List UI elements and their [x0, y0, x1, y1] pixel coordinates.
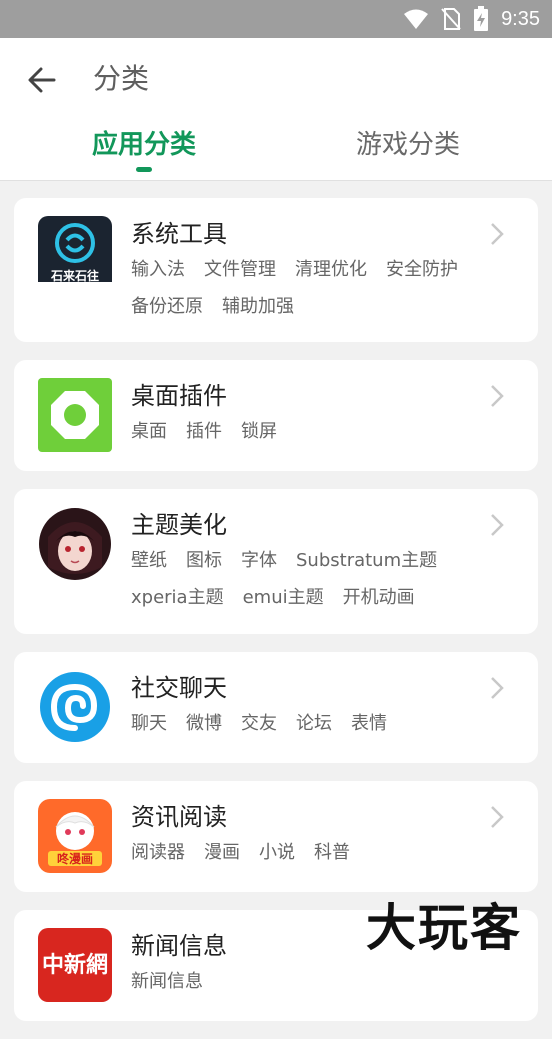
- tag-chat[interactable]: 聊天: [131, 710, 167, 737]
- category-card-social[interactable]: 社交聊天 聊天 微博 交友 论坛 表情: [14, 652, 538, 763]
- tag-lockscreen[interactable]: 锁屏: [241, 418, 277, 445]
- tag-desktop[interactable]: 桌面: [131, 418, 167, 445]
- tag-reader[interactable]: 阅读器: [131, 839, 185, 866]
- tag-backup[interactable]: 备份还原: [131, 293, 203, 320]
- shilaishiwang-app-icon: 石来石往: [38, 216, 112, 290]
- chevron-right-icon: [491, 806, 504, 828]
- tag-boot-animation[interactable]: 开机动画: [343, 584, 415, 611]
- chevron-right-icon: [491, 223, 504, 245]
- tag-weibo[interactable]: 微博: [186, 710, 222, 737]
- tag-fonts[interactable]: 字体: [241, 547, 277, 574]
- tag-list: 桌面 插件 锁屏: [131, 418, 501, 445]
- tag-list: 壁纸 图标 字体 Substratum主题 xperia主题 emui主题 开机…: [131, 547, 501, 611]
- page-title: 分类: [93, 62, 150, 95]
- tag-news-info[interactable]: 新闻信息: [131, 968, 203, 995]
- category-card-themes[interactable]: 主题美化 壁纸 图标 字体 Substratum主题 xperia主题 emui…: [14, 489, 538, 634]
- app-bar: 分类 应用分类 游戏分类: [0, 38, 552, 181]
- wifi-icon: [404, 9, 429, 29]
- clock: 9:35: [501, 7, 540, 30]
- spiral-chat-icon: [40, 672, 110, 742]
- tag-comics[interactable]: 漫画: [204, 839, 240, 866]
- watermark-logo: 大玩客: [366, 898, 522, 957]
- octagon-widget-icon: [38, 378, 112, 452]
- back-button[interactable]: [22, 60, 62, 100]
- no-sim-icon: [441, 8, 461, 30]
- tag-substratum[interactable]: Substratum主题: [296, 547, 437, 574]
- battery-charging-icon: [474, 6, 489, 31]
- tag-list: 输入法 文件管理 清理优化 安全防护 备份还原 辅助加强: [131, 256, 501, 320]
- chevron-right-icon: [491, 385, 504, 407]
- tag-assist[interactable]: 辅助加强: [222, 293, 294, 320]
- manga-reader-icon: 咚漫画: [38, 799, 112, 873]
- tag-icons[interactable]: 图标: [186, 547, 222, 574]
- tag-wallpaper[interactable]: 壁纸: [131, 547, 167, 574]
- tag-xperia[interactable]: xperia主题: [131, 584, 224, 611]
- category-title: 社交聊天: [131, 674, 227, 702]
- app-icon-label: 咚漫画: [57, 851, 93, 866]
- chevron-right-icon: [491, 514, 504, 536]
- category-card-news-reading[interactable]: 咚漫画 资讯阅读 阅读器 漫画 小说 科普: [14, 781, 538, 892]
- app-icon-label: 中新網: [42, 952, 108, 978]
- tag-cleanup[interactable]: 清理优化: [295, 256, 367, 283]
- category-title: 新闻信息: [131, 932, 227, 960]
- tab-game-categories[interactable]: 游戏分类: [328, 122, 488, 168]
- tag-file-management[interactable]: 文件管理: [204, 256, 276, 283]
- tag-security[interactable]: 安全防护: [386, 256, 458, 283]
- tag-list: 新闻信息: [131, 968, 501, 995]
- category-card-desktop-widgets[interactable]: 桌面插件 桌面 插件 锁屏: [14, 360, 538, 471]
- tag-dating[interactable]: 交友: [241, 710, 277, 737]
- tag-forum[interactable]: 论坛: [296, 710, 332, 737]
- arrow-left-icon: [28, 67, 56, 93]
- status-bar: 9:35: [0, 0, 552, 38]
- active-tab-indicator: [136, 167, 152, 172]
- anime-avatar-icon: [39, 508, 111, 580]
- tag-list: 阅读器 漫画 小说 科普: [131, 839, 501, 866]
- tag-novels[interactable]: 小说: [259, 839, 295, 866]
- app-icon-label: 石来石往: [50, 268, 99, 283]
- status-icons: 9:35: [403, 0, 540, 38]
- chinanews-icon: 中新網: [38, 928, 112, 1002]
- category-card-system-tools[interactable]: 石来石往 系统工具 输入法 文件管理 清理优化 安全防护 备份还原 辅助加强: [14, 198, 538, 342]
- category-title: 主题美化: [131, 511, 227, 539]
- category-title: 系统工具: [131, 220, 227, 248]
- tag-list: 聊天 微博 交友 论坛 表情: [131, 710, 501, 737]
- tag-emui[interactable]: emui主题: [243, 584, 324, 611]
- tag-stickers[interactable]: 表情: [351, 710, 387, 737]
- category-title: 资讯阅读: [131, 803, 227, 831]
- tag-widget[interactable]: 插件: [186, 418, 222, 445]
- category-title: 桌面插件: [131, 382, 227, 410]
- chevron-right-icon: [491, 677, 504, 699]
- tag-input-method[interactable]: 输入法: [131, 256, 185, 283]
- tag-science[interactable]: 科普: [314, 839, 350, 866]
- tab-app-categories[interactable]: 应用分类: [64, 122, 224, 168]
